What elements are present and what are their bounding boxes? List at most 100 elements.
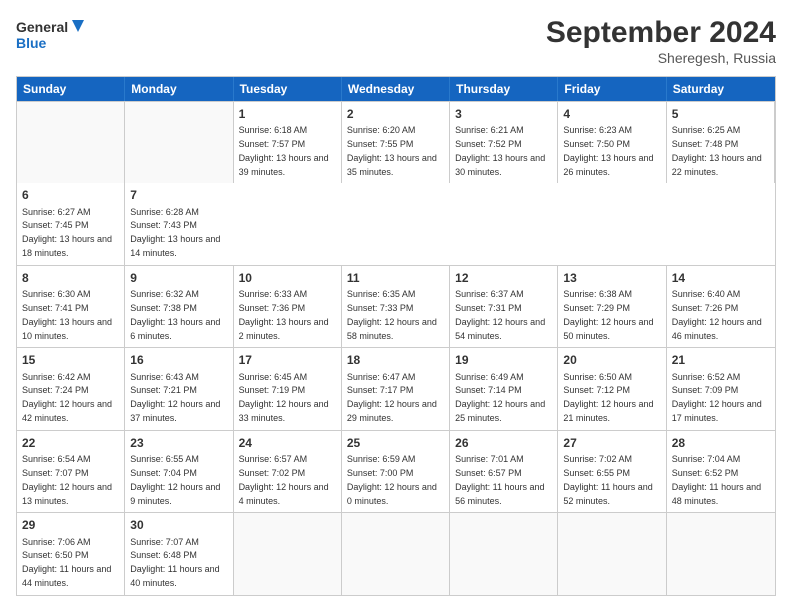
day-number: 21 — [672, 352, 770, 368]
cal-cell-3: 3 Sunrise: 6:21 AMSunset: 7:52 PMDayligh… — [450, 102, 558, 183]
cell-text: Sunrise: 6:18 AMSunset: 7:57 PMDaylight:… — [239, 125, 329, 176]
cal-cell-26: 26 Sunrise: 7:01 AMSunset: 6:57 PMDaylig… — [450, 431, 558, 513]
cal-cell-18: 18 Sunrise: 6:47 AMSunset: 7:17 PMDaylig… — [342, 348, 450, 430]
cal-cell-empty-1 — [125, 102, 233, 183]
day-number: 17 — [239, 352, 336, 368]
day-number: 3 — [455, 106, 552, 122]
cell-text: Sunrise: 6:28 AMSunset: 7:43 PMDaylight:… — [130, 207, 220, 258]
cell-text: Sunrise: 7:06 AMSunset: 6:50 PMDaylight:… — [22, 537, 111, 588]
logo-svg: General Blue — [16, 16, 86, 56]
day-number: 12 — [455, 270, 552, 286]
cell-text: Sunrise: 6:54 AMSunset: 7:07 PMDaylight:… — [22, 454, 112, 505]
cell-text: Sunrise: 6:42 AMSunset: 7:24 PMDaylight:… — [22, 372, 112, 423]
header-sunday: Sunday — [17, 77, 125, 101]
cal-cell-11: 11 Sunrise: 6:35 AMSunset: 7:33 PMDaylig… — [342, 266, 450, 348]
calendar-body: 1 Sunrise: 6:18 AMSunset: 7:57 PMDayligh… — [17, 101, 775, 595]
cell-text: Sunrise: 6:45 AMSunset: 7:19 PMDaylight:… — [239, 372, 329, 423]
svg-text:General: General — [16, 19, 68, 35]
cal-cell-7: 7 Sunrise: 6:28 AMSunset: 7:43 PMDayligh… — [125, 183, 233, 264]
cal-cell-6: 6 Sunrise: 6:27 AMSunset: 7:45 PMDayligh… — [17, 183, 125, 264]
cell-text: Sunrise: 6:23 AMSunset: 7:50 PMDaylight:… — [563, 125, 653, 176]
cell-text: Sunrise: 6:49 AMSunset: 7:14 PMDaylight:… — [455, 372, 545, 423]
page: General Blue September 2024 Sheregesh, R… — [0, 0, 792, 612]
day-number: 18 — [347, 352, 444, 368]
month-title: September 2024 — [546, 16, 776, 50]
header-tuesday: Tuesday — [234, 77, 342, 101]
cal-cell-10: 10 Sunrise: 6:33 AMSunset: 7:36 PMDaylig… — [234, 266, 342, 348]
day-number: 6 — [22, 187, 119, 203]
cell-text: Sunrise: 7:01 AMSunset: 6:57 PMDaylight:… — [455, 454, 544, 505]
cal-cell-14: 14 Sunrise: 6:40 AMSunset: 7:26 PMDaylig… — [667, 266, 775, 348]
day-number: 28 — [672, 435, 770, 451]
cell-text: Sunrise: 6:59 AMSunset: 7:00 PMDaylight:… — [347, 454, 437, 505]
cell-text: Sunrise: 6:52 AMSunset: 7:09 PMDaylight:… — [672, 372, 762, 423]
day-number: 7 — [130, 187, 228, 203]
cal-cell-empty-6 — [667, 513, 775, 595]
cal-cell-21: 21 Sunrise: 6:52 AMSunset: 7:09 PMDaylig… — [667, 348, 775, 430]
day-number: 26 — [455, 435, 552, 451]
cal-cell-20: 20 Sunrise: 6:50 AMSunset: 7:12 PMDaylig… — [558, 348, 666, 430]
cal-cell-22: 22 Sunrise: 6:54 AMSunset: 7:07 PMDaylig… — [17, 431, 125, 513]
calendar-row-4: 22 Sunrise: 6:54 AMSunset: 7:07 PMDaylig… — [17, 430, 775, 513]
day-number: 5 — [672, 106, 769, 122]
svg-text:Blue: Blue — [16, 35, 47, 51]
day-number: 30 — [130, 517, 227, 533]
cal-cell-1: 1 Sunrise: 6:18 AMSunset: 7:57 PMDayligh… — [234, 102, 342, 183]
day-number: 25 — [347, 435, 444, 451]
calendar-row-1: 1 Sunrise: 6:18 AMSunset: 7:57 PMDayligh… — [17, 101, 775, 265]
cal-cell-16: 16 Sunrise: 6:43 AMSunset: 7:21 PMDaylig… — [125, 348, 233, 430]
cell-text: Sunrise: 6:32 AMSunset: 7:38 PMDaylight:… — [130, 289, 220, 340]
day-number: 11 — [347, 270, 444, 286]
day-number: 14 — [672, 270, 770, 286]
cell-text: Sunrise: 6:57 AMSunset: 7:02 PMDaylight:… — [239, 454, 329, 505]
title-block: September 2024 Sheregesh, Russia — [546, 16, 776, 66]
cal-cell-23: 23 Sunrise: 6:55 AMSunset: 7:04 PMDaylig… — [125, 431, 233, 513]
header-thursday: Thursday — [450, 77, 558, 101]
cell-text: Sunrise: 6:27 AMSunset: 7:45 PMDaylight:… — [22, 207, 112, 258]
cal-cell-empty-0 — [17, 102, 125, 183]
cal-cell-17: 17 Sunrise: 6:45 AMSunset: 7:19 PMDaylig… — [234, 348, 342, 430]
cal-cell-2: 2 Sunrise: 6:20 AMSunset: 7:55 PMDayligh… — [342, 102, 450, 183]
day-number: 2 — [347, 106, 444, 122]
day-number: 16 — [130, 352, 227, 368]
header-monday: Monday — [125, 77, 233, 101]
day-number: 1 — [239, 106, 336, 122]
cal-cell-27: 27 Sunrise: 7:02 AMSunset: 6:55 PMDaylig… — [558, 431, 666, 513]
day-number: 24 — [239, 435, 336, 451]
cal-cell-empty-2 — [234, 513, 342, 595]
day-number: 10 — [239, 270, 336, 286]
cell-text: Sunrise: 7:02 AMSunset: 6:55 PMDaylight:… — [563, 454, 652, 505]
cal-cell-28: 28 Sunrise: 7:04 AMSunset: 6:52 PMDaylig… — [667, 431, 775, 513]
cell-text: Sunrise: 7:04 AMSunset: 6:52 PMDaylight:… — [672, 454, 761, 505]
cal-cell-30: 30 Sunrise: 7:07 AMSunset: 6:48 PMDaylig… — [125, 513, 233, 595]
logo: General Blue — [16, 16, 86, 56]
cal-cell-29: 29 Sunrise: 7:06 AMSunset: 6:50 PMDaylig… — [17, 513, 125, 595]
header: General Blue September 2024 Sheregesh, R… — [16, 16, 776, 66]
calendar-row-5: 29 Sunrise: 7:06 AMSunset: 6:50 PMDaylig… — [17, 512, 775, 595]
cal-cell-4: 4 Sunrise: 6:23 AMSunset: 7:50 PMDayligh… — [558, 102, 666, 183]
cal-cell-13: 13 Sunrise: 6:38 AMSunset: 7:29 PMDaylig… — [558, 266, 666, 348]
cell-text: Sunrise: 6:38 AMSunset: 7:29 PMDaylight:… — [563, 289, 653, 340]
day-number: 29 — [22, 517, 119, 533]
day-number: 19 — [455, 352, 552, 368]
cal-cell-8: 8 Sunrise: 6:30 AMSunset: 7:41 PMDayligh… — [17, 266, 125, 348]
day-number: 4 — [563, 106, 660, 122]
cell-text: Sunrise: 6:47 AMSunset: 7:17 PMDaylight:… — [347, 372, 437, 423]
cal-cell-25: 25 Sunrise: 6:59 AMSunset: 7:00 PMDaylig… — [342, 431, 450, 513]
day-number: 20 — [563, 352, 660, 368]
cell-text: Sunrise: 6:43 AMSunset: 7:21 PMDaylight:… — [130, 372, 220, 423]
cell-text: Sunrise: 6:20 AMSunset: 7:55 PMDaylight:… — [347, 125, 437, 176]
cell-text: Sunrise: 6:21 AMSunset: 7:52 PMDaylight:… — [455, 125, 545, 176]
cell-text: Sunrise: 7:07 AMSunset: 6:48 PMDaylight:… — [130, 537, 219, 588]
cal-cell-9: 9 Sunrise: 6:32 AMSunset: 7:38 PMDayligh… — [125, 266, 233, 348]
cal-cell-empty-5 — [558, 513, 666, 595]
subtitle: Sheregesh, Russia — [546, 50, 776, 66]
cal-cell-5: 5 Sunrise: 6:25 AMSunset: 7:48 PMDayligh… — [667, 102, 775, 183]
header-friday: Friday — [558, 77, 666, 101]
cal-cell-empty-4 — [450, 513, 558, 595]
day-number: 15 — [22, 352, 119, 368]
calendar-row-2: 8 Sunrise: 6:30 AMSunset: 7:41 PMDayligh… — [17, 265, 775, 348]
cal-cell-12: 12 Sunrise: 6:37 AMSunset: 7:31 PMDaylig… — [450, 266, 558, 348]
cal-cell-empty-3 — [342, 513, 450, 595]
day-number: 27 — [563, 435, 660, 451]
